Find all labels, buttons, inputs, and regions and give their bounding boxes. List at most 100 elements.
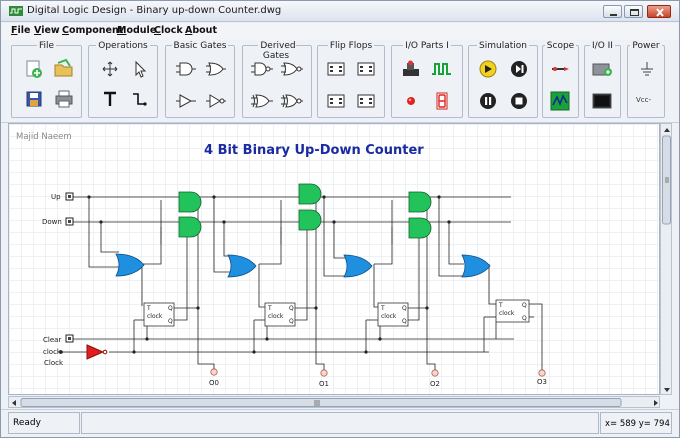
ff0-clock-label: clock xyxy=(147,313,163,320)
open-folder-icon xyxy=(54,58,73,77)
probe-button[interactable] xyxy=(548,58,572,80)
menu-file[interactable]: File xyxy=(11,25,30,36)
display-button[interactable] xyxy=(590,90,614,112)
menu-component[interactable]: Component xyxy=(62,25,123,36)
xor-gate-button[interactable] xyxy=(250,90,274,112)
and-gate-button[interactable] xyxy=(174,58,198,80)
and-gate-2-down[interactable] xyxy=(408,217,432,239)
open-file-button[interactable] xyxy=(52,58,76,80)
group-basic-gates-title: Basic Gates xyxy=(171,41,229,51)
t-flip-flop-button[interactable] xyxy=(354,90,378,112)
vertical-scrollbar[interactable] xyxy=(660,123,672,395)
output-probe-o0[interactable] xyxy=(210,368,218,376)
not-gate-button[interactable] xyxy=(204,90,228,112)
run-button[interactable] xyxy=(476,58,500,80)
pause-button[interactable] xyxy=(476,90,500,112)
status-ready: Ready xyxy=(8,412,80,434)
keypad-button[interactable] xyxy=(590,58,614,80)
and-gate-0-down[interactable] xyxy=(178,216,202,238)
t-flip-flop-2[interactable]: T Q clock Q xyxy=(377,302,409,327)
t-flip-flop-1[interactable]: T Q clock Q xyxy=(264,302,296,327)
minimize-button[interactable] xyxy=(603,5,622,18)
t-flip-flop-0[interactable]: T Q clock Q xyxy=(143,302,175,327)
move-tool-button[interactable] xyxy=(98,58,122,80)
oscilloscope-icon xyxy=(550,91,570,111)
minimize-icon xyxy=(610,14,617,16)
group-flip-flops-title: Flip Flops xyxy=(327,41,375,51)
menu-module-label: odule xyxy=(126,25,157,36)
nor-gate-button[interactable] xyxy=(280,58,304,80)
buffer-gate-button[interactable] xyxy=(174,90,198,112)
and-gate-2-up[interactable] xyxy=(408,191,432,213)
t-flip-flop-3[interactable]: T Q clock Q xyxy=(495,299,530,323)
circuit-diagram: Up Down Clear clock Clock T Q clock Q T … xyxy=(42,183,547,388)
menu-about-label: bout xyxy=(192,25,217,36)
horizontal-scrollbar[interactable] xyxy=(8,396,660,408)
horizontal-scroll-thumb[interactable] xyxy=(20,398,622,407)
play-icon xyxy=(479,60,497,78)
output-probes xyxy=(210,368,546,377)
menu-component-label: omponent xyxy=(68,25,124,36)
not-gate-icon xyxy=(206,94,226,108)
vcc-button[interactable]: Vcc- xyxy=(632,90,662,112)
sr-flip-flop-button[interactable] xyxy=(324,58,348,80)
vcc-label: Vcc- xyxy=(636,96,652,104)
switch-button[interactable] xyxy=(399,58,423,80)
clock-buffer[interactable] xyxy=(86,344,105,360)
scroll-up-arrow-icon[interactable] xyxy=(664,128,670,132)
maximize-icon xyxy=(630,9,639,16)
led-icon xyxy=(407,97,415,105)
maximize-button[interactable] xyxy=(624,5,643,18)
and-gate-1-down[interactable] xyxy=(298,209,322,231)
or-gate-3[interactable] xyxy=(461,254,491,278)
seven-segment-button[interactable] xyxy=(430,90,454,112)
new-file-button[interactable] xyxy=(22,58,46,80)
scroll-down-arrow-icon[interactable] xyxy=(664,388,670,392)
down-label: Down xyxy=(42,218,62,226)
schematic-canvas[interactable]: Majid Naeem 4 Bit Binary Up-Down Counter xyxy=(8,123,660,395)
text-tool-button[interactable] xyxy=(98,88,122,110)
scroll-left-arrow-icon[interactable] xyxy=(12,400,16,406)
xnor-gate-button[interactable] xyxy=(280,90,304,112)
close-button[interactable] xyxy=(647,5,671,18)
xor-gate-icon xyxy=(251,94,273,108)
menu-about[interactable]: About xyxy=(185,25,217,36)
print-button[interactable] xyxy=(52,88,76,110)
app-window: Digital Logic Design - Binary up-down Co… xyxy=(0,0,680,438)
group-power: Power Vcc- xyxy=(627,41,665,118)
d-flip-flop-button[interactable] xyxy=(324,90,348,112)
nand-gate-button[interactable] xyxy=(250,58,274,80)
pulse-generator-button[interactable] xyxy=(430,58,454,80)
or-gate-2[interactable] xyxy=(343,254,373,278)
oscilloscope-button[interactable] xyxy=(548,90,572,112)
ff3-clock-label: clock xyxy=(499,310,515,317)
and-gate-0-up[interactable] xyxy=(178,191,202,213)
jk-flip-flop-button[interactable] xyxy=(354,58,378,80)
status-bar: Ready x= 589 y= 794 xyxy=(1,409,679,437)
led-button[interactable] xyxy=(399,90,423,112)
or-gate-1[interactable] xyxy=(227,254,257,278)
or-gate-0[interactable] xyxy=(115,253,145,277)
select-tool-button[interactable] xyxy=(127,58,151,80)
wire-tool-button[interactable] xyxy=(127,88,151,110)
close-icon xyxy=(656,8,664,17)
menu-module[interactable]: Module xyxy=(117,25,156,36)
group-scope: Scope xyxy=(542,41,579,118)
menu-file-label: ile xyxy=(17,25,31,36)
ground-button[interactable] xyxy=(635,58,659,80)
scroll-right-arrow-icon[interactable] xyxy=(654,400,658,406)
menu-clock[interactable]: Clock xyxy=(154,25,183,36)
stop-button[interactable] xyxy=(507,90,531,112)
save-file-button[interactable] xyxy=(22,88,46,110)
output-probe-o3[interactable] xyxy=(538,369,546,377)
menu-view[interactable]: View xyxy=(34,25,60,36)
or-gate-button[interactable] xyxy=(204,58,228,80)
ff3-t-label: T xyxy=(498,302,503,309)
group-io-parts-1-title: I/O Parts I xyxy=(403,41,451,51)
output-probe-o2[interactable] xyxy=(431,369,439,377)
step-button[interactable] xyxy=(507,58,531,80)
and-gate-1-up[interactable] xyxy=(298,183,322,205)
output-label-o2: O2 xyxy=(430,380,440,388)
app-logo-icon xyxy=(9,6,23,16)
output-probe-o1[interactable] xyxy=(320,369,328,377)
